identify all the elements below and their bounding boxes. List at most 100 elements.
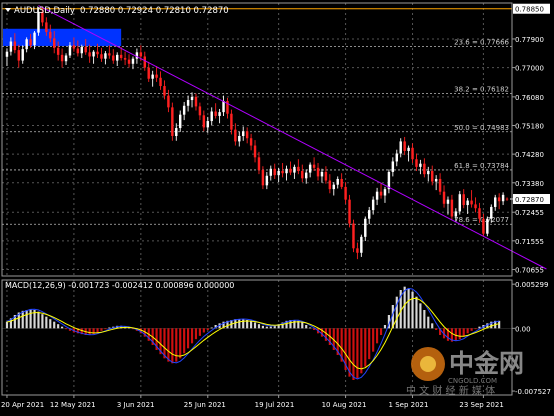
candle-body	[139, 52, 143, 57]
candle-body	[230, 113, 233, 130]
candle-body	[159, 77, 162, 87]
candle-body	[348, 199, 351, 224]
fib-level-label: 61.8 = 0.73784	[454, 162, 509, 170]
candle-body	[13, 41, 17, 51]
macd-histogram-bar	[261, 325, 264, 329]
chart-root: 23.6 = 0.77666 38.2 = 0.76182 50.0 = 0.749…	[0, 0, 554, 412]
price-tick-label: 0.72455	[515, 209, 544, 217]
candle-body	[9, 41, 13, 52]
candle-body	[135, 52, 139, 59]
macd-tick-label: -0.007527	[515, 388, 551, 396]
candle-body	[112, 55, 115, 61]
candle-body	[289, 168, 292, 173]
macd-histogram-bar	[45, 316, 48, 329]
macd-histogram-bar	[435, 328, 438, 330]
macd-histogram-bar	[419, 303, 422, 329]
macd-histogram-bar	[194, 328, 198, 340]
candle-body	[281, 171, 284, 174]
candle-body	[450, 199, 454, 217]
date-tick-label: 25 Jun 2021	[184, 401, 226, 409]
candle-body	[501, 194, 505, 202]
candle-body	[399, 141, 402, 154]
macd-histogram-bar	[198, 328, 201, 336]
candle-body	[49, 31, 52, 39]
macd-histogram-bar	[352, 328, 355, 380]
macd-histogram-bar	[411, 291, 414, 329]
candle-body	[253, 145, 257, 158]
macd-histogram-bar	[309, 327, 312, 329]
candle-body	[222, 101, 225, 113]
macd-histogram-bar	[395, 296, 398, 329]
candle-body	[403, 141, 406, 151]
macd-histogram-bar	[206, 328, 209, 330]
candle-body	[486, 218, 489, 234]
macd-histogram-bar	[415, 296, 418, 329]
macd-histogram-bar	[376, 328, 379, 344]
date-tick-label: 12 May 2021	[50, 401, 96, 409]
macd-histogram-bar	[431, 323, 434, 329]
candle-body	[76, 48, 80, 54]
candle-body	[119, 54, 123, 59]
candle-body	[482, 218, 485, 234]
macd-histogram-bar	[179, 328, 182, 359]
macd-histogram-bar	[61, 326, 64, 329]
macd-histogram-bar	[250, 320, 253, 329]
macd-histogram-bar	[5, 321, 9, 329]
fib-level-label: 23.6 = 0.77666	[454, 38, 509, 46]
candle-body	[364, 218, 367, 237]
macd-histogram-bar	[466, 328, 469, 334]
candle-body	[84, 46, 87, 53]
macd-histogram-bar	[29, 309, 32, 329]
candle-body	[147, 67, 150, 79]
macd-histogram-bar	[403, 286, 406, 329]
candle-body	[265, 175, 269, 186]
candle-body	[241, 131, 245, 136]
macd-histogram-bar	[423, 310, 426, 329]
candle-body	[210, 111, 213, 122]
symbol-timeframe: AUDUSD,Daily	[14, 6, 75, 16]
macd-histogram-bar	[238, 319, 241, 329]
candle-body	[316, 167, 320, 177]
macd-histogram-bar	[257, 324, 261, 329]
candle-body	[60, 54, 64, 62]
macd-histogram-bar	[183, 328, 186, 354]
macd-histogram-bar	[37, 311, 40, 329]
candle-body	[80, 46, 84, 54]
candle-body	[352, 223, 355, 249]
candle-body	[21, 49, 24, 61]
macd-histogram-bar	[234, 319, 237, 329]
macd-histogram-bar	[383, 325, 387, 329]
macd-histogram-bar	[293, 320, 296, 329]
macd-histogram-bar	[64, 328, 68, 330]
candle-body	[178, 114, 182, 129]
macd-histogram-bar	[407, 288, 410, 329]
candle-body	[379, 191, 383, 196]
candle-body	[446, 199, 450, 204]
candle-body	[151, 74, 154, 79]
candle-body	[17, 50, 21, 61]
macd-histogram-bar	[190, 328, 194, 344]
candle-body	[454, 211, 458, 217]
macd-histogram-bar	[427, 316, 430, 329]
candle-body	[415, 159, 418, 167]
candle-body	[407, 147, 410, 151]
candle-body	[336, 178, 339, 185]
candle-body	[68, 45, 72, 56]
candle-body	[261, 170, 265, 186]
date-tick-label: 3 Jun 2021	[117, 401, 155, 409]
candle-body	[478, 208, 481, 219]
candle-body	[143, 56, 147, 68]
candle-body	[293, 166, 296, 173]
macd-histogram-bar	[305, 325, 308, 329]
ohlc-readout: 0.72880 0.72924 0.72810 0.72870	[80, 6, 229, 16]
candle-body	[285, 168, 288, 174]
macd-tick-label: 0.00	[515, 325, 531, 333]
macd-histogram-bar	[356, 328, 359, 379]
candle-body	[340, 178, 343, 187]
candle-body	[257, 157, 261, 171]
price-tick-label: 0.73380	[515, 180, 544, 188]
candle-body	[163, 86, 166, 96]
candle-body	[438, 178, 442, 192]
candle-body	[493, 197, 497, 207]
price-tick-label: 0.75180	[515, 123, 544, 131]
